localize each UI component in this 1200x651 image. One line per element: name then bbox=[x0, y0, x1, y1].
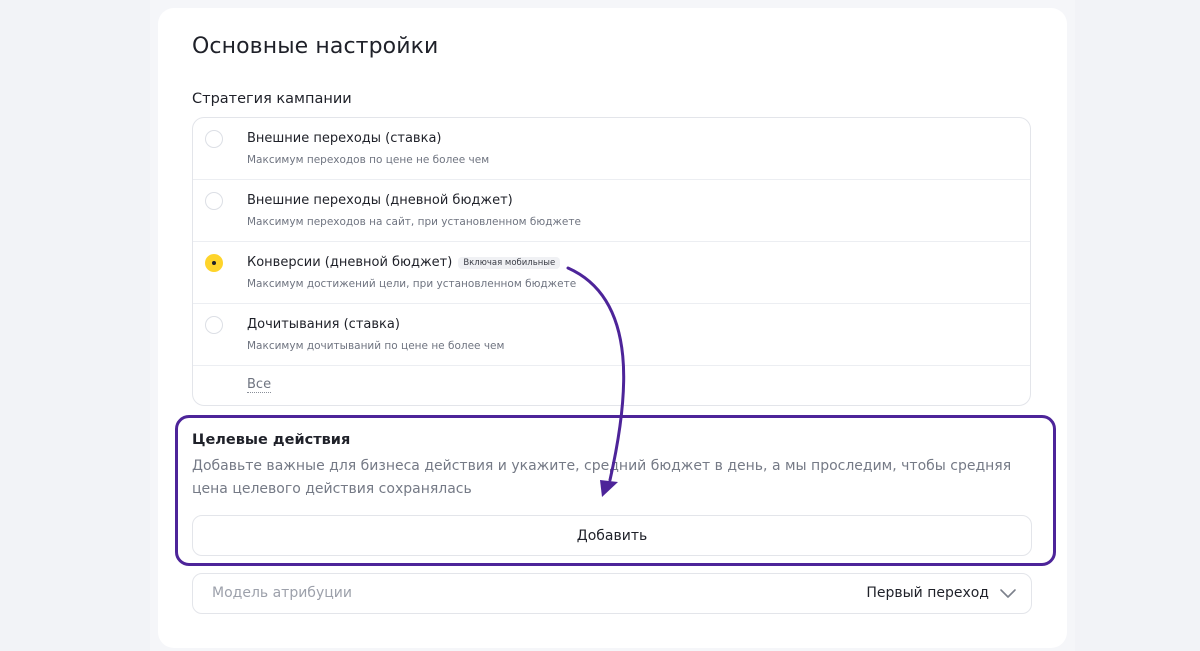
target-actions-title: Целевые действия bbox=[192, 432, 351, 448]
strategy-option-title: Внешние переходы (дневной бюджет) bbox=[247, 193, 513, 208]
radio-button-selected[interactable] bbox=[205, 254, 223, 272]
radio-button[interactable] bbox=[205, 316, 223, 334]
attribution-model-select[interactable]: Модель атрибуции Первый переход bbox=[192, 573, 1032, 614]
radio-button[interactable] bbox=[205, 192, 223, 210]
strategy-option-title: Дочитывания (ставка) bbox=[247, 317, 400, 332]
strategy-option-external-bid[interactable]: Внешние переходы (ставка) Максимум перех… bbox=[193, 118, 1030, 180]
strategy-list: Внешние переходы (ставка) Максимум перех… bbox=[192, 117, 1031, 406]
strategy-option-title: Внешние переходы (ставка) bbox=[247, 131, 442, 146]
strategy-option-readthrough-bid[interactable]: Дочитывания (ставка) Максимум дочитывани… bbox=[193, 304, 1030, 366]
add-target-action-button[interactable]: Добавить bbox=[192, 515, 1032, 556]
attribution-label: Модель атрибуции bbox=[212, 585, 352, 601]
strategy-option-subtitle: Максимум дочитываний по цене не более че… bbox=[247, 340, 505, 352]
chevron-down-icon bbox=[1000, 589, 1016, 598]
strategy-option-subtitle: Максимум переходов по цене не более чем bbox=[247, 154, 490, 166]
target-actions-description: Добавьте важные для бизнеса действия и у… bbox=[192, 458, 1012, 497]
radio-button[interactable] bbox=[205, 130, 223, 148]
page-title: Основные настройки bbox=[192, 34, 439, 59]
strategy-option-title-text: Конверсии (дневной бюджет) bbox=[247, 255, 453, 270]
attribution-value: Первый переход bbox=[866, 585, 989, 601]
strategy-label: Стратегия кампании bbox=[192, 91, 352, 107]
mobile-badge: Включая мобильные bbox=[458, 257, 561, 269]
strategy-option-title: Конверсии (дневной бюджет) Включая мобиль… bbox=[247, 255, 561, 270]
strategy-option-subtitle: Максимум достижений цели, при установлен… bbox=[247, 278, 577, 290]
strategy-option-external-budget[interactable]: Внешние переходы (дневной бюджет) Максим… bbox=[193, 180, 1030, 242]
strategy-option-conversions-budget[interactable]: Конверсии (дневной бюджет) Включая мобиль… bbox=[193, 242, 1030, 304]
show-all-strategies-link[interactable]: Все bbox=[247, 377, 272, 393]
strategy-option-subtitle: Максимум переходов на сайт, при установл… bbox=[247, 216, 581, 228]
